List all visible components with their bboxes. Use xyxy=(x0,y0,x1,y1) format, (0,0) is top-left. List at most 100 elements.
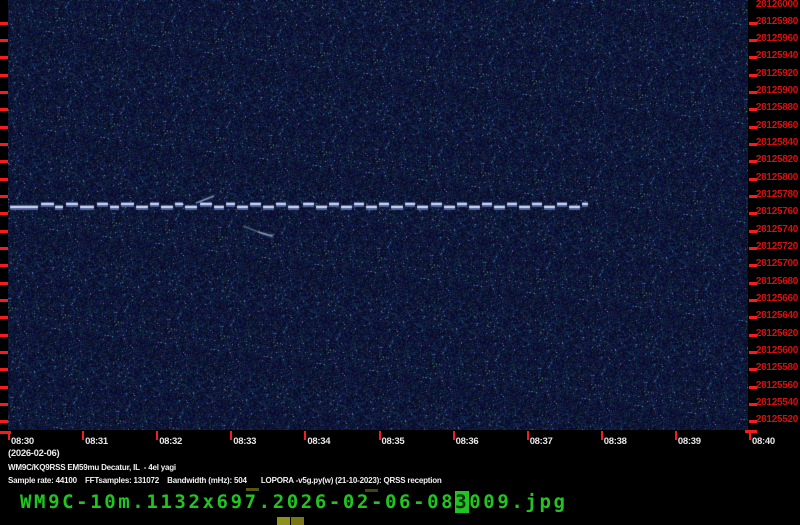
time-axis: (2026-02-06) 08:30 08:31 08:32 08:33 08:34 08… xyxy=(0,430,800,462)
frequency-tick-left xyxy=(0,420,8,423)
time-label: 08:32 xyxy=(159,436,182,447)
frequency-tick xyxy=(749,74,757,77)
frequency-label: 28125560 xyxy=(756,381,798,391)
frequency-label: 28125780 xyxy=(756,190,798,200)
frequency-tick xyxy=(749,316,757,319)
frequency-tick-left xyxy=(0,334,8,337)
frequency-label: 28125820 xyxy=(756,155,798,165)
time-tick xyxy=(304,431,306,440)
frequency-tick xyxy=(749,247,757,250)
frequency-tick-left xyxy=(0,56,8,59)
frequency-tick-left xyxy=(0,74,8,77)
frequency-tick-left xyxy=(0,108,8,111)
time-tick xyxy=(230,431,232,440)
left-frequency-ticks xyxy=(0,0,8,446)
olive-artifact xyxy=(277,517,290,525)
frequency-tick xyxy=(749,299,757,302)
time-label: 08:35 xyxy=(382,436,405,447)
frequency-tick xyxy=(749,420,757,423)
olive-artifact xyxy=(291,517,304,525)
frequency-tick-left xyxy=(0,299,8,302)
frequency-tick xyxy=(749,160,757,163)
frequency-tick xyxy=(749,351,757,354)
frequency-label: 28125540 xyxy=(756,398,798,408)
frequency-tick-left xyxy=(0,351,8,354)
qrss-grabber-screenshot: 2812600028125980281259602812594028125920… xyxy=(0,0,800,525)
frequency-label: 28125680 xyxy=(756,277,798,287)
frequency-tick xyxy=(749,282,757,285)
frequency-tick xyxy=(749,39,757,42)
frequency-label: 28125900 xyxy=(756,86,798,96)
frequency-label: 28125640 xyxy=(756,311,798,321)
frequency-label: 28125580 xyxy=(756,363,798,373)
frequency-label: 28125760 xyxy=(756,207,798,217)
frequency-label: 28125960 xyxy=(756,34,798,44)
time-label: 08:39 xyxy=(678,436,701,447)
time-label: 08:38 xyxy=(604,436,627,447)
frequency-label: 28126000 xyxy=(756,0,798,10)
time-tick xyxy=(379,431,381,440)
text-cursor[interactable]: 3 xyxy=(455,491,469,513)
axis-corner-mark-right xyxy=(745,430,757,433)
time-tick xyxy=(675,431,677,440)
frequency-tick xyxy=(749,22,757,25)
frequency-label: 28125740 xyxy=(756,225,798,235)
frequency-tick xyxy=(749,403,757,406)
frequency-axis: 2812600028125980281259602812594028125920… xyxy=(748,0,800,446)
station-info-line2: Sample rate: 44100 FFTsamples: 131072 Ba… xyxy=(8,476,442,485)
frequency-tick-left xyxy=(0,91,8,94)
frequency-tick xyxy=(749,334,757,337)
filename-suffix: 009.jpg xyxy=(469,491,567,513)
frequency-tick-left xyxy=(0,264,8,267)
frequency-tick xyxy=(749,143,757,146)
time-label: 08:37 xyxy=(530,436,553,447)
date-label: (2026-02-06) xyxy=(8,448,59,459)
frequency-tick xyxy=(749,386,757,389)
frequency-tick-left xyxy=(0,316,8,319)
frequency-label: 28125980 xyxy=(756,17,798,27)
time-label: 08:30 xyxy=(11,436,34,447)
frequency-label: 28125700 xyxy=(756,259,798,269)
filename-prefix: WM9C-10m.1132x697.2026-02-06-08 xyxy=(20,491,455,513)
frequency-label: 28125880 xyxy=(756,103,798,113)
frequency-tick xyxy=(749,91,757,94)
time-tick xyxy=(156,431,158,440)
frequency-tick-left xyxy=(0,178,8,181)
frequency-tick-left xyxy=(0,247,8,250)
frequency-tick xyxy=(749,212,757,215)
olive-artifact xyxy=(246,488,259,491)
frequency-tick-left xyxy=(0,22,8,25)
spectrogram-canvas xyxy=(8,0,748,433)
frequency-label: 28125520 xyxy=(756,415,798,425)
frequency-tick-left xyxy=(0,386,8,389)
time-label: 08:31 xyxy=(85,436,108,447)
frequency-tick xyxy=(749,56,757,59)
frequency-label: 28125840 xyxy=(756,138,798,148)
frequency-tick xyxy=(749,230,757,233)
frequency-label: 28125600 xyxy=(756,346,798,356)
time-label: 08:40 xyxy=(752,436,775,447)
time-tick xyxy=(453,431,455,440)
frequency-tick-left xyxy=(0,212,8,215)
frequency-tick-left xyxy=(0,282,8,285)
frequency-tick xyxy=(749,126,757,129)
olive-artifact xyxy=(365,489,378,492)
frequency-tick-left xyxy=(0,368,8,371)
frequency-tick xyxy=(749,108,757,111)
frequency-label: 28125800 xyxy=(756,173,798,183)
frequency-tick-left xyxy=(0,160,8,163)
frequency-label: 28125620 xyxy=(756,329,798,339)
frequency-tick-left xyxy=(0,403,8,406)
time-label: 08:33 xyxy=(233,436,256,447)
frequency-tick xyxy=(749,368,757,371)
axis-corner-mark-left xyxy=(0,431,11,434)
time-tick xyxy=(601,431,603,440)
filename-text: WM9C-10m.1132x697.2026-02-06-083009.jpg xyxy=(20,491,568,513)
frequency-tick-left xyxy=(0,126,8,129)
frequency-label: 28125660 xyxy=(756,294,798,304)
frequency-tick xyxy=(749,178,757,181)
station-info-line1: WM9C/KQ9RSS EM59mu Decatur, IL - 4el yag… xyxy=(8,463,176,472)
time-tick xyxy=(82,431,84,440)
time-label: 08:34 xyxy=(307,436,330,447)
frequency-tick xyxy=(749,195,757,198)
